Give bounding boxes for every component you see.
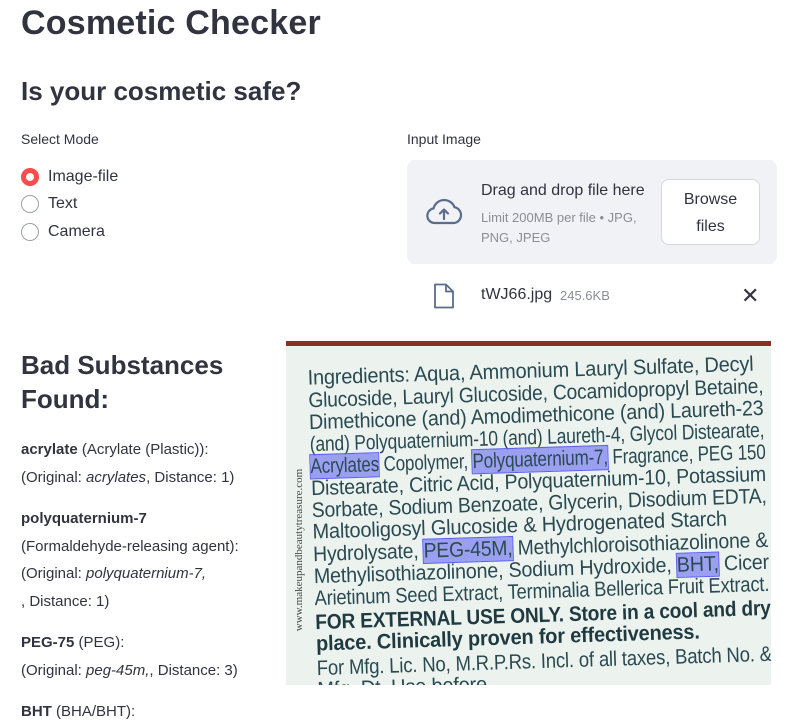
substance-category: (BHA/BHT): xyxy=(56,703,136,720)
findings-list: acrylate (Acrylate (Plastic)): (Original… xyxy=(21,436,271,728)
dropzone-title: Drag and drop file here xyxy=(481,182,645,199)
substance-name: acrylate xyxy=(21,441,78,458)
original-match: polyquaternium-7, xyxy=(86,565,207,582)
substance-category: (PEG): xyxy=(78,634,125,651)
substance-category: (Formaldehyde-releasing agent): xyxy=(21,537,239,555)
original-match: peg-45m, xyxy=(86,661,150,679)
radio-unselected-icon[interactable] xyxy=(21,222,39,241)
dropzone-limit: Limit 200MB per file • JPG, PNG, JPEG xyxy=(481,210,637,245)
label-text: Cicer xyxy=(723,550,770,576)
distance-text: , Distance: 1) xyxy=(21,592,110,610)
substance-name: polyquaternium-7 xyxy=(21,510,147,527)
distance-text: , Distance: 1) xyxy=(146,468,235,486)
mode-label: Select Mode xyxy=(21,131,99,147)
original-label: (Original: xyxy=(21,565,87,582)
file-name: tWJ66.jpg xyxy=(481,286,553,303)
file-size: 245.6KB xyxy=(560,288,610,303)
radio-option-image-file[interactable]: Image-file xyxy=(21,163,118,191)
original-label: (Original: xyxy=(21,661,87,679)
file-icon xyxy=(434,283,454,309)
finding-item: acrylate (Acrylate (Plastic)): (Original… xyxy=(21,436,271,491)
highlight-box: BHT, xyxy=(675,551,721,579)
mode-radio-group: Image-file Text Camera xyxy=(21,163,118,246)
uploaded-file-row: tWJ66.jpg 245.6KB ✕ xyxy=(407,280,777,312)
bad-substances-heading: Bad Substances Found: xyxy=(21,350,224,414)
finding-item: PEG-75 (PEG): (Original: peg-45m,, Dista… xyxy=(21,629,271,684)
substance-category: (Acrylate (Plastic)): xyxy=(81,441,209,458)
radio-option-text[interactable]: Text xyxy=(21,191,118,219)
substance-name: PEG-75 xyxy=(21,634,75,651)
finding-item: BHT (BHA/BHT): xyxy=(21,698,271,726)
input-image-label: Input Image xyxy=(407,131,481,147)
radio-label: Image-file xyxy=(48,167,119,185)
cloud-upload-icon xyxy=(426,198,463,225)
substance-name: BHT xyxy=(21,703,52,720)
radio-selected-icon[interactable] xyxy=(21,167,39,186)
browse-button-label-1: Browse xyxy=(683,191,738,208)
remove-file-close-icon[interactable]: ✕ xyxy=(741,283,759,309)
finding-item: polyquaternium-7 (Formaldehyde-releasing… xyxy=(21,505,271,615)
original-label: (Original: xyxy=(21,468,87,486)
browse-button-label-2: files xyxy=(696,218,725,235)
browse-files-button[interactable]: Browse files xyxy=(661,179,760,245)
distance-text: , Distance: 3) xyxy=(149,661,238,679)
radio-label: Camera xyxy=(48,222,105,240)
radio-label: Text xyxy=(48,195,78,213)
file-dropzone[interactable]: Drag and drop file here Limit 200MB per … xyxy=(407,160,777,264)
radio-unselected-icon[interactable] xyxy=(21,195,39,214)
ingredient-photo: www.makeupandbeautytreasure.com Ingredie… xyxy=(286,341,771,685)
radio-option-camera[interactable]: Camera xyxy=(21,218,118,246)
page-subtitle: Is your cosmetic safe? xyxy=(21,76,302,106)
original-match: acrylates xyxy=(86,468,147,486)
page-title: Cosmetic Checker xyxy=(21,4,321,42)
